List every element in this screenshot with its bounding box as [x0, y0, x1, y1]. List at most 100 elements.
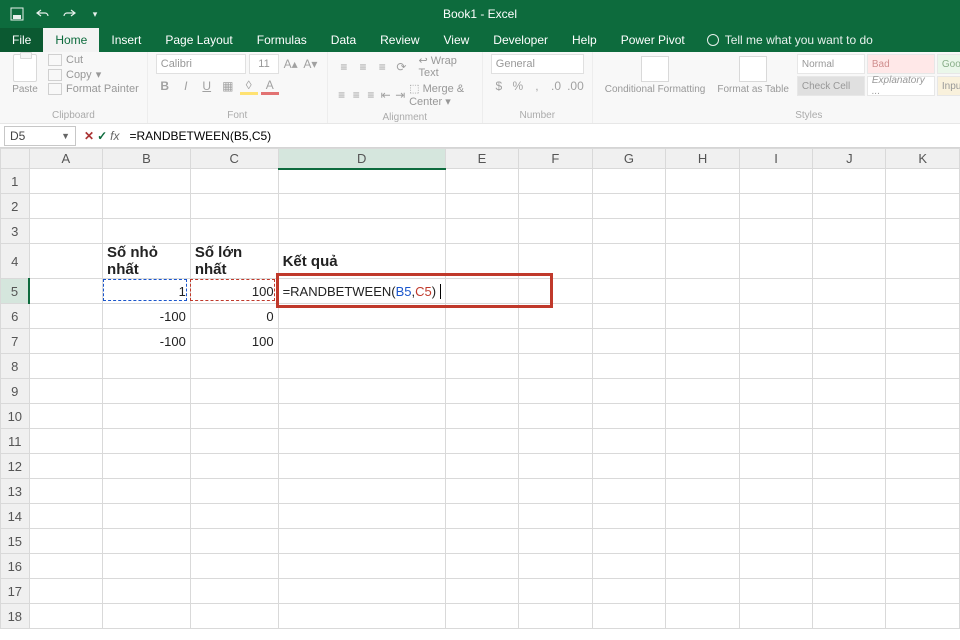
row-header-13[interactable]: 13: [1, 479, 30, 504]
accounting-icon[interactable]: $: [491, 77, 507, 95]
fx-icon[interactable]: fx: [110, 129, 119, 143]
undo-icon[interactable]: [32, 3, 54, 25]
tab-view[interactable]: View: [432, 28, 482, 52]
merge-center-button[interactable]: ⬚ Merge & Center ▾: [409, 82, 474, 108]
tab-developer[interactable]: Developer: [481, 28, 560, 52]
wrap-text-button[interactable]: ↩ Wrap Text: [419, 54, 474, 79]
decrease-font-icon[interactable]: A▾: [302, 55, 319, 73]
formula-input[interactable]: [123, 126, 960, 146]
col-header-H[interactable]: H: [666, 149, 740, 169]
tab-file[interactable]: File: [0, 28, 43, 52]
tab-data[interactable]: Data: [319, 28, 368, 52]
cell-styles-gallery[interactable]: Normal Bad Good Check Cell Explanatory .…: [797, 54, 960, 97]
col-header-F[interactable]: F: [519, 149, 592, 169]
align-middle-icon[interactable]: ≡: [355, 58, 371, 76]
style-normal[interactable]: Normal: [797, 54, 865, 74]
font-size-combo[interactable]: 11: [249, 54, 279, 74]
cut-button[interactable]: Cut: [48, 54, 139, 66]
style-good[interactable]: Good: [937, 54, 960, 74]
cell[interactable]: [29, 169, 102, 194]
font-name-combo[interactable]: Calibri: [156, 54, 246, 74]
select-all-corner[interactable]: [1, 149, 30, 169]
tab-home[interactable]: Home: [43, 28, 99, 52]
row-header-3[interactable]: 3: [1, 219, 30, 244]
indent-inc-icon[interactable]: ⇥: [394, 86, 406, 104]
underline-button[interactable]: U: [198, 77, 216, 95]
col-header-G[interactable]: G: [592, 149, 666, 169]
row-header-18[interactable]: 18: [1, 604, 30, 629]
number-format-combo[interactable]: General: [491, 54, 584, 74]
tab-insert[interactable]: Insert: [99, 28, 153, 52]
row-header-4[interactable]: 4: [1, 244, 30, 279]
col-header-D[interactable]: D: [278, 149, 445, 169]
copy-button[interactable]: Copy ▾: [48, 68, 139, 81]
row-header-6[interactable]: 6: [1, 304, 30, 329]
fill-color-button[interactable]: ◊: [240, 77, 258, 95]
cell-B6[interactable]: -100: [103, 304, 191, 329]
tab-formulas[interactable]: Formulas: [245, 28, 319, 52]
redo-icon[interactable]: [58, 3, 80, 25]
font-color-button[interactable]: A: [261, 77, 279, 95]
format-as-table-button[interactable]: Format as Table: [713, 54, 793, 97]
cell-C6[interactable]: 0: [190, 304, 278, 329]
row-header-16[interactable]: 16: [1, 554, 30, 579]
style-input[interactable]: Input: [937, 76, 960, 96]
align-right-icon[interactable]: ≡: [365, 86, 377, 104]
col-header-K[interactable]: K: [886, 149, 960, 169]
bold-button[interactable]: B: [156, 77, 174, 95]
tell-me-search[interactable]: Tell me what you want to do: [697, 28, 883, 52]
comma-icon[interactable]: ,: [529, 77, 545, 95]
col-header-J[interactable]: J: [813, 149, 886, 169]
row-header-11[interactable]: 11: [1, 429, 30, 454]
cell-C5[interactable]: 100: [190, 279, 278, 304]
align-center-icon[interactable]: ≡: [350, 86, 362, 104]
cell-C7[interactable]: 100: [190, 329, 278, 354]
cell-D4[interactable]: Kết quả: [278, 244, 445, 279]
col-header-I[interactable]: I: [739, 149, 812, 169]
style-explanatory[interactable]: Explanatory ...: [867, 76, 935, 96]
cell-B4[interactable]: Số nhỏ nhất: [103, 244, 191, 279]
align-bottom-icon[interactable]: ≡: [374, 58, 390, 76]
percent-icon[interactable]: %: [510, 77, 526, 95]
name-box[interactable]: D5 ▼: [4, 126, 76, 146]
row-header-9[interactable]: 9: [1, 379, 30, 404]
indent-dec-icon[interactable]: ⇤: [380, 86, 392, 104]
row-header-15[interactable]: 15: [1, 529, 30, 554]
dec-decimal-icon[interactable]: .00: [567, 77, 584, 95]
spreadsheet-grid[interactable]: A B C D E F G H I J K 1 2 3 4 Số nhỏ nhấ…: [0, 148, 960, 629]
chevron-down-icon[interactable]: ▼: [61, 131, 70, 141]
row-header-10[interactable]: 10: [1, 404, 30, 429]
cell-B5[interactable]: 1: [103, 279, 191, 304]
row-header-12[interactable]: 12: [1, 454, 30, 479]
align-top-icon[interactable]: ≡: [336, 58, 352, 76]
qat-customize-icon[interactable]: ▾: [84, 3, 106, 25]
align-left-icon[interactable]: ≡: [336, 86, 348, 104]
row-header-8[interactable]: 8: [1, 354, 30, 379]
style-bad[interactable]: Bad: [867, 54, 935, 74]
row-header-5[interactable]: 5: [1, 279, 30, 304]
row-header-14[interactable]: 14: [1, 504, 30, 529]
conditional-formatting-button[interactable]: Conditional Formatting: [601, 54, 710, 97]
border-button[interactable]: ▦: [219, 77, 237, 95]
tab-review[interactable]: Review: [368, 28, 431, 52]
cell-D5[interactable]: =RANDBETWEEN(B5,C5): [278, 279, 445, 304]
tab-help[interactable]: Help: [560, 28, 609, 52]
col-header-A[interactable]: A: [29, 149, 102, 169]
row-header-7[interactable]: 7: [1, 329, 30, 354]
col-header-E[interactable]: E: [445, 149, 518, 169]
save-icon[interactable]: [6, 3, 28, 25]
row-header-1[interactable]: 1: [1, 169, 30, 194]
orientation-icon[interactable]: ⟳: [393, 58, 409, 76]
tab-page-layout[interactable]: Page Layout: [153, 28, 244, 52]
cell-B7[interactable]: -100: [103, 329, 191, 354]
increase-font-icon[interactable]: A▴: [282, 55, 299, 73]
enter-formula-icon[interactable]: ✓: [97, 129, 107, 143]
paste-button[interactable]: Paste: [8, 54, 42, 95]
tab-powerpivot[interactable]: Power Pivot: [609, 28, 697, 52]
style-check-cell[interactable]: Check Cell: [797, 76, 865, 96]
row-header-17[interactable]: 17: [1, 579, 30, 604]
cell-C4[interactable]: Số lớn nhất: [190, 244, 278, 279]
col-header-C[interactable]: C: [190, 149, 278, 169]
col-header-B[interactable]: B: [103, 149, 191, 169]
italic-button[interactable]: I: [177, 77, 195, 95]
